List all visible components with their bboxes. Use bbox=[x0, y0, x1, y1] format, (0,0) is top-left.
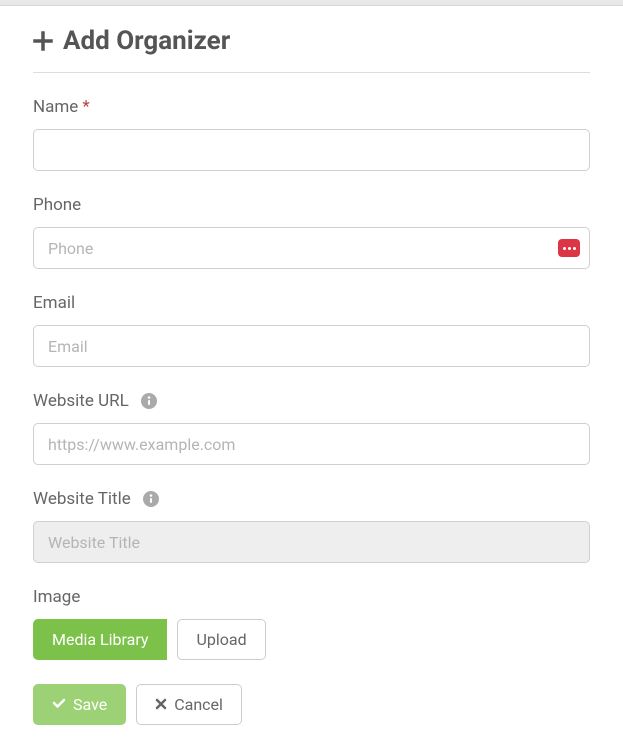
info-icon[interactable] bbox=[143, 491, 159, 507]
image-group: Image Media Library Upload bbox=[33, 587, 590, 660]
website-url-group: Website URL bbox=[33, 391, 590, 465]
info-icon[interactable] bbox=[141, 393, 157, 409]
cancel-button[interactable]: Cancel bbox=[136, 684, 242, 725]
page-title: Add Organizer bbox=[63, 26, 230, 56]
website-title-label: Website Title bbox=[33, 489, 590, 509]
check-icon bbox=[52, 695, 66, 714]
save-button[interactable]: Save bbox=[33, 684, 126, 725]
cancel-button-label: Cancel bbox=[174, 695, 223, 714]
email-label-text: Email bbox=[33, 293, 75, 313]
image-label-text: Image bbox=[33, 587, 80, 607]
phone-label-text: Phone bbox=[33, 195, 81, 215]
website-title-group: Website Title bbox=[33, 489, 590, 563]
name-label: Name * bbox=[33, 97, 590, 117]
name-input[interactable] bbox=[33, 129, 590, 171]
phone-label: Phone bbox=[33, 195, 590, 215]
phone-input[interactable] bbox=[33, 227, 590, 269]
website-title-input bbox=[33, 521, 590, 563]
media-library-button[interactable]: Media Library bbox=[33, 619, 167, 660]
website-url-input[interactable] bbox=[33, 423, 590, 465]
email-group: Email bbox=[33, 293, 590, 367]
save-button-label: Save bbox=[73, 695, 107, 714]
upload-button[interactable]: Upload bbox=[177, 619, 265, 660]
name-label-text: Name bbox=[33, 97, 78, 117]
plus-icon bbox=[33, 31, 53, 51]
close-icon bbox=[155, 695, 167, 714]
website-url-label-text: Website URL bbox=[33, 391, 129, 411]
required-indicator: * bbox=[82, 97, 89, 117]
image-label: Image bbox=[33, 587, 590, 607]
website-title-label-text: Website Title bbox=[33, 489, 131, 509]
autofill-icon[interactable] bbox=[558, 239, 580, 257]
phone-group: Phone bbox=[33, 195, 590, 269]
email-input[interactable] bbox=[33, 325, 590, 367]
page-header: Add Organizer bbox=[33, 26, 590, 73]
email-label: Email bbox=[33, 293, 590, 313]
name-group: Name * bbox=[33, 97, 590, 171]
form-actions: Save Cancel bbox=[33, 684, 590, 725]
website-url-label: Website URL bbox=[33, 391, 590, 411]
